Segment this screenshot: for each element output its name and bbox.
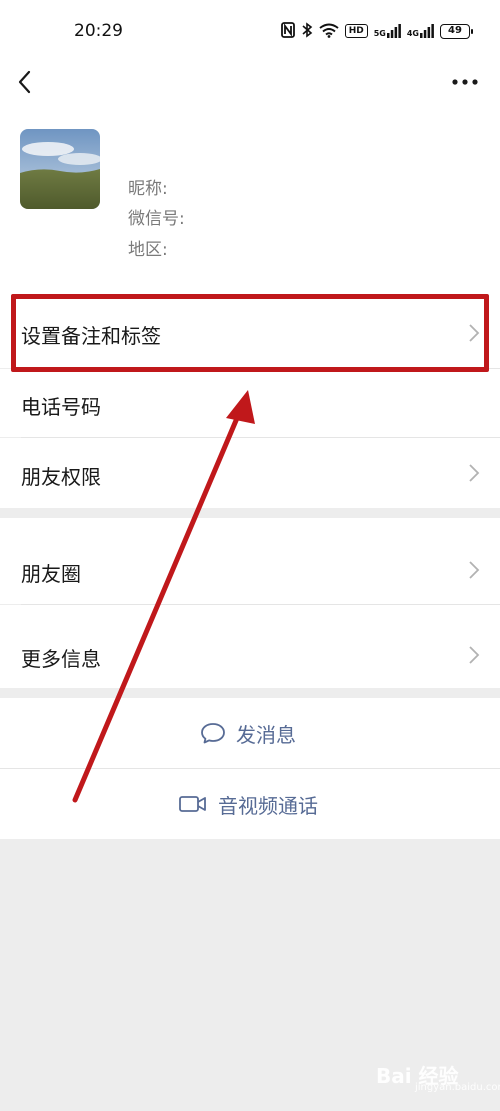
bluetooth-icon	[301, 22, 313, 40]
nav-bar	[0, 62, 500, 102]
phone-number-cell[interactable]: 电话号码	[0, 369, 500, 437]
profile-header: 昵称: 微信号: 地区:	[0, 102, 500, 298]
nickname-label: 昵称:	[128, 179, 168, 199]
avatar-landscape-image	[20, 129, 100, 209]
more-info-label: 更多信息	[21, 647, 101, 671]
status-time: 20:29	[74, 21, 123, 41]
back-button[interactable]	[14, 64, 46, 100]
chat-bubble-icon	[201, 723, 225, 744]
status-bar: 20:29 HD 5G 4G 49	[0, 0, 500, 62]
more-dots-icon	[452, 79, 478, 85]
phone-number-label: 电话号码	[21, 395, 101, 419]
section-gap	[0, 688, 500, 698]
section-gap	[0, 508, 500, 518]
wifi-icon	[319, 23, 339, 40]
chevron-right-icon	[469, 561, 480, 579]
baidu-watermark-url: jingyan.baidu.com	[415, 1082, 500, 1093]
chevron-right-icon	[469, 324, 480, 342]
friend-permissions-cell[interactable]: 朋友权限	[0, 438, 500, 508]
remark-tags-label: 设置备注和标签	[21, 324, 161, 348]
signal-4g-label: 4G	[406, 29, 419, 38]
wechat-id-label: 微信号:	[128, 209, 185, 229]
chevron-left-icon	[18, 70, 31, 94]
remark-tags-cell[interactable]: 设置备注和标签	[0, 298, 500, 368]
nfc-icon	[280, 22, 295, 40]
send-message-button[interactable]: 发消息	[0, 698, 500, 768]
status-icons: HD 5G 4G 49	[280, 22, 473, 40]
video-call-button[interactable]: 音视频通话	[0, 769, 500, 839]
video-camera-icon	[179, 796, 206, 812]
region-label: 地区:	[128, 240, 168, 260]
chevron-right-icon	[469, 464, 480, 482]
more-button[interactable]	[450, 72, 480, 92]
signal-5g-icon: 5G	[374, 24, 401, 38]
signal-5g-label: 5G	[373, 29, 386, 38]
send-message-label: 发消息	[236, 722, 296, 747]
signal-4g-icon: 4G	[407, 24, 434, 38]
battery-icon: 49	[440, 23, 473, 39]
video-call-label: 音视频通话	[218, 793, 318, 818]
avatar[interactable]	[20, 129, 100, 209]
friend-permissions-label: 朋友权限	[21, 465, 101, 489]
chevron-right-icon	[469, 646, 480, 664]
hd-icon: HD	[344, 24, 368, 38]
moments-cell[interactable]: 朋友圈	[0, 518, 500, 604]
more-info-cell[interactable]: 更多信息	[0, 605, 500, 688]
moments-label: 朋友圈	[21, 562, 81, 586]
